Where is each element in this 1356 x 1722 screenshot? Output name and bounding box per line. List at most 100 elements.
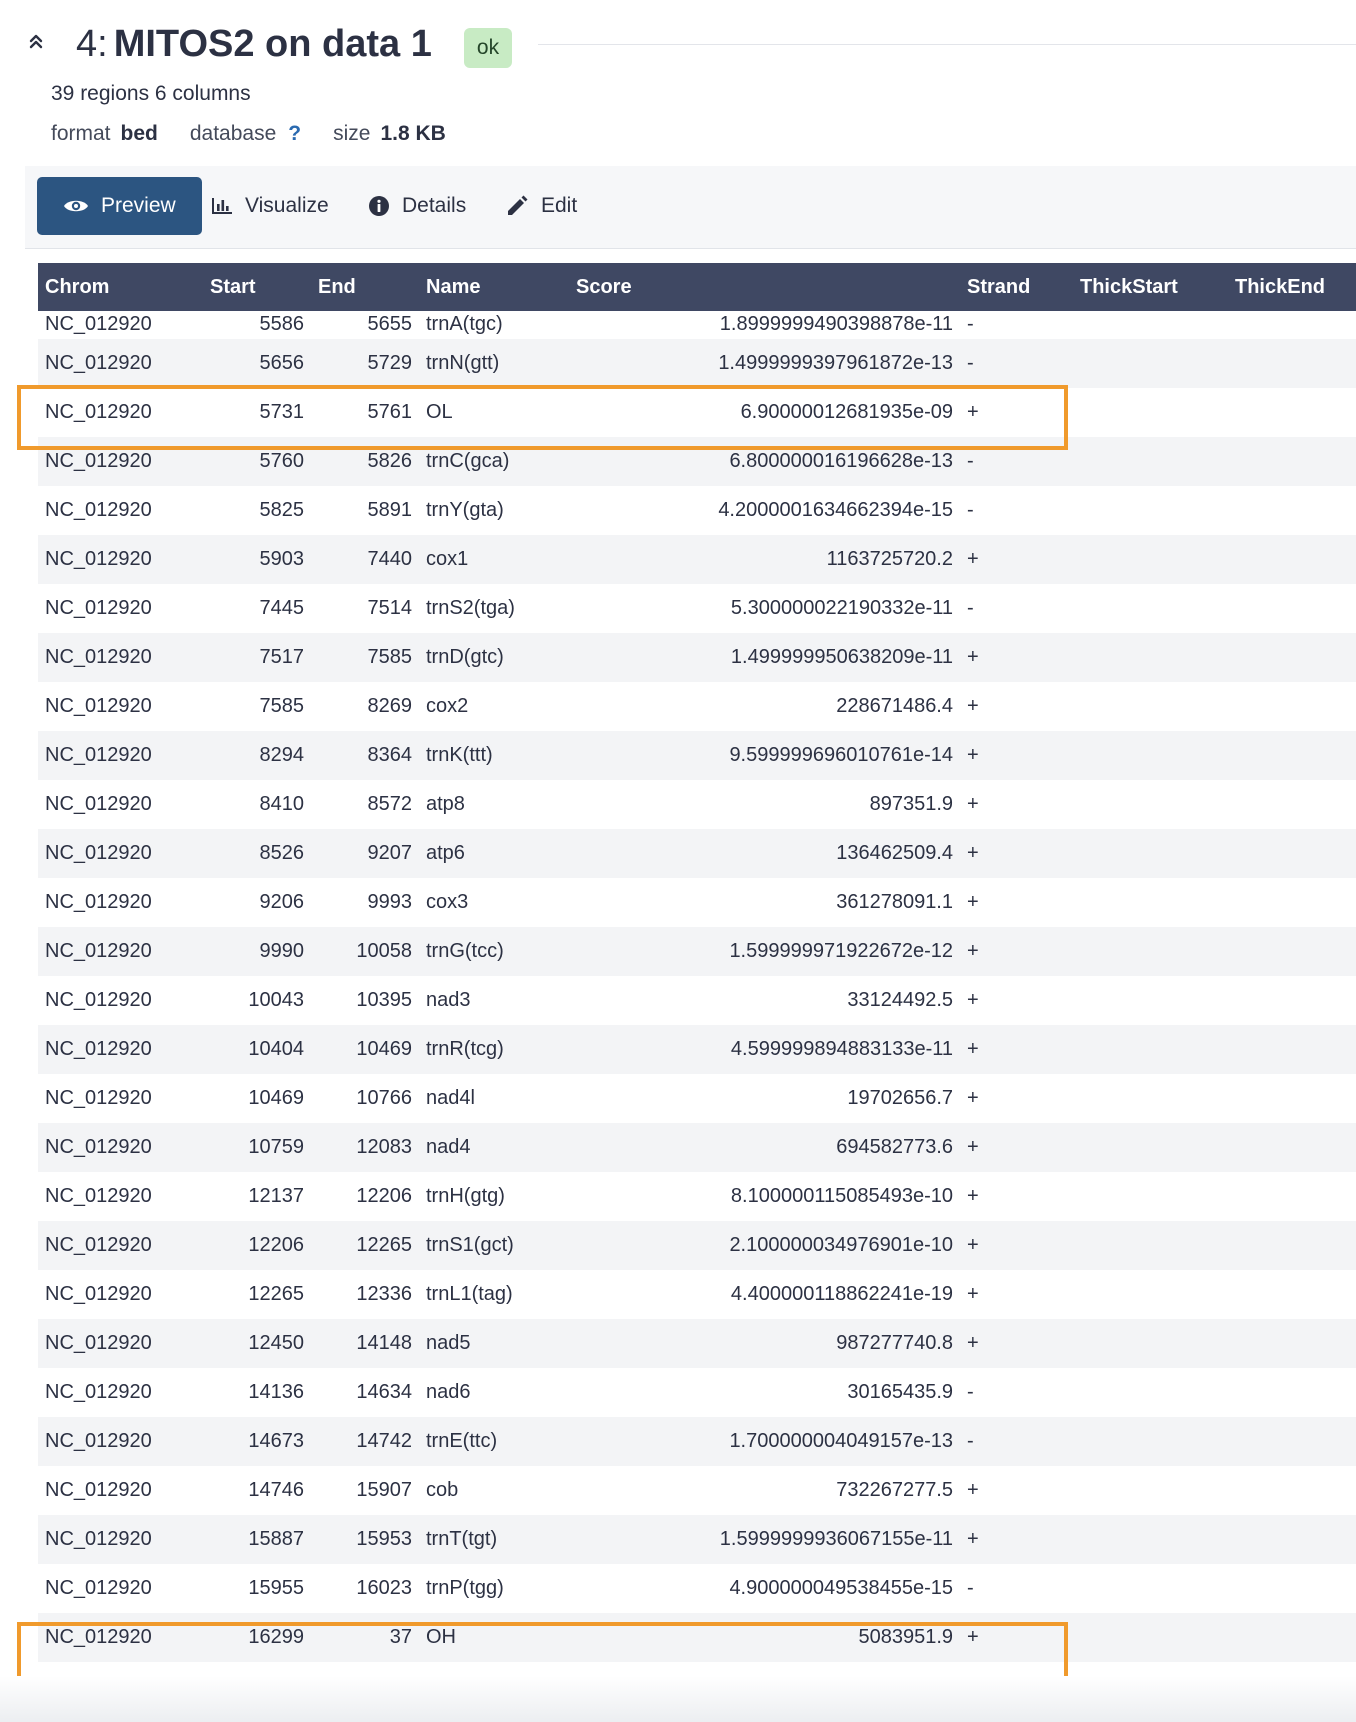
table-cell-strand: + [960, 535, 1073, 584]
table-cell-thickend [1228, 486, 1356, 535]
column-header[interactable]: Chrom [38, 263, 203, 311]
table-cell-end: 9993 [367, 891, 413, 913]
tab-edit[interactable]: Edit [505, 177, 577, 235]
table-cell-start: 15955 [248, 1577, 304, 1599]
table-cell-thickstart [1073, 1515, 1228, 1564]
dataset-title[interactable]: 4: MITOS2 on data 1 [76, 20, 432, 68]
table-cell-start: 10469 [248, 1087, 304, 1109]
table-row: NC_012920 5825 5891 trnY(gta) 4.200000163466… [38, 486, 1356, 535]
column-header[interactable]: Strand [960, 263, 1073, 311]
table-cell-start: 7445 [259, 597, 305, 619]
table-cell-chrom: NC_012920 [38, 927, 203, 976]
table-cell-score: 136462509.4 [569, 829, 960, 878]
table-cell-score: 1.8999999490398878e-11 [719, 313, 953, 335]
database-label: database [189, 122, 277, 145]
table-row: NC_012920 12206 12265 trnS1(gct) 2.100000034… [38, 1221, 1356, 1270]
table-cell-chrom: NC_012920 [45, 313, 152, 335]
table-cell-score: 5083951.9 [569, 1613, 960, 1662]
format-label: format [51, 122, 111, 145]
bar-chart-icon [212, 198, 232, 214]
column-header[interactable]: Score [569, 263, 960, 311]
table-cell-strand: + [960, 927, 1073, 976]
table-cell-chrom: NC_012920 [45, 793, 152, 815]
table-cell-thickend [1228, 1564, 1356, 1613]
table-cell-start: 8526 [203, 829, 311, 878]
table-cell-thickend [1228, 339, 1356, 388]
table-cell-end: 5761 [367, 401, 413, 423]
table-cell-score: 897351.9 [869, 793, 953, 815]
column-header[interactable]: Name [419, 263, 569, 311]
table-body: NC_012920 5586 5655 trnA(tgc) 1.899999949039… [38, 311, 1356, 1662]
table-cell-end: 5826 [311, 437, 419, 486]
column-header[interactable]: End [311, 263, 419, 311]
pencil-icon [508, 195, 528, 215]
table-cell-chrom: NC_012920 [38, 1123, 203, 1172]
table-cell-chrom: NC_012920 [45, 891, 152, 913]
table-cell-end: 15907 [356, 1479, 412, 1501]
table-cell-thickend [1228, 1025, 1356, 1074]
column-header[interactable]: ThickEnd [1228, 263, 1356, 311]
table-cell-thickstart [1073, 1368, 1228, 1417]
table-row: NC_012920 10043 10395 nad3 33124492.5 + [38, 976, 1356, 1025]
table-cell-score: 9.599999696010761e-14 [569, 731, 960, 780]
table-row: NC_012920 5656 5729 trnN(gtt) 1.499999939796… [38, 339, 1356, 388]
tab-visualize-label: Visualize [245, 194, 329, 217]
bed-preview-table-container[interactable]: Chrom Start End Name Score Strand ThickS… [38, 263, 1356, 1662]
tab-details[interactable]: Details [368, 177, 466, 235]
table-cell-thickstart [1073, 1172, 1228, 1221]
table-cell-thickstart [1073, 1613, 1228, 1662]
table-cell-start: 8294 [203, 731, 311, 780]
table-cell-thickstart [1073, 731, 1228, 780]
table-cell-chrom: NC_012920 [38, 633, 203, 682]
table-cell-end: 8364 [311, 731, 419, 780]
dataset-name: MITOS2 on data 1 [113, 22, 432, 65]
table-cell-start: 10759 [203, 1123, 311, 1172]
table-cell-name: nad4 [419, 1123, 569, 1172]
table-cell-score: 5.300000022190332e-11 [730, 597, 953, 619]
table-cell-thickstart [1073, 339, 1228, 388]
column-header[interactable]: Start [203, 263, 311, 311]
table-cell-thickend [1228, 535, 1356, 584]
table-cell-start: 5586 [259, 313, 305, 335]
table-cell-score: 1.499999950638209e-11 [569, 633, 960, 682]
database-value-help[interactable]: ? [288, 122, 301, 146]
table-cell-end: 5891 [367, 499, 413, 521]
table-cell-start: 15887 [203, 1515, 311, 1564]
table-cell-name: trnE(ttc) [419, 1417, 569, 1466]
table-cell-thickend [1228, 1270, 1356, 1319]
table-cell-chrom: NC_012920 [38, 1613, 203, 1662]
dataset-hid: 4: [76, 22, 108, 65]
table-cell-strand: + [967, 695, 979, 717]
table-cell-score: 19702656.7 [847, 1087, 953, 1109]
table-cell-strand: + [967, 1087, 979, 1109]
dataset-header: 4: MITOS2 on data 1 ok [0, 0, 1356, 80]
table-cell-thickend [1228, 1074, 1356, 1123]
table-cell-thickstart [1073, 1466, 1228, 1515]
table-header-row: Chrom Start End Name Score Strand ThickS… [38, 263, 1356, 311]
table-cell-end: 15953 [311, 1515, 419, 1564]
tab-visualize[interactable]: Visualize [211, 177, 329, 235]
tab-preview[interactable]: Preview [37, 177, 202, 235]
table-cell-start: 10404 [203, 1025, 311, 1074]
table-cell-start: 12450 [203, 1319, 311, 1368]
table-cell-start: 10043 [248, 989, 304, 1011]
column-header[interactable]: ThickStart [1073, 263, 1228, 311]
table-cell-thickend [1228, 584, 1356, 633]
table-row: NC_012920 5903 7440 cox1 1163725720.2 + [38, 535, 1356, 584]
table-cell-start: 5825 [259, 499, 305, 521]
dataset-tabs: Preview Visualize Details Edit [25, 166, 1356, 249]
table-cell-score: 361278091.1 [836, 891, 953, 913]
table-cell-thickstart [1073, 927, 1228, 976]
table-cell-thickend [1228, 1221, 1356, 1270]
tab-preview-label: Preview [101, 194, 176, 217]
table-row: NC_012920 10759 12083 nad4 694582773.6 + [38, 1123, 1356, 1172]
table-cell-score: 4.2000001634662394e-15 [718, 499, 953, 521]
table-cell-end: 12336 [356, 1283, 412, 1305]
table-cell-strand: + [967, 1283, 979, 1305]
table-cell-end: 10395 [356, 989, 412, 1011]
table-cell-end: 14634 [356, 1381, 412, 1403]
table-cell-name: OH [419, 1613, 569, 1662]
table-cell-score: 6.800000016196628e-13 [569, 437, 960, 486]
collapse-chevrons-icon[interactable] [28, 30, 44, 54]
table-cell-thickstart [1073, 633, 1228, 682]
